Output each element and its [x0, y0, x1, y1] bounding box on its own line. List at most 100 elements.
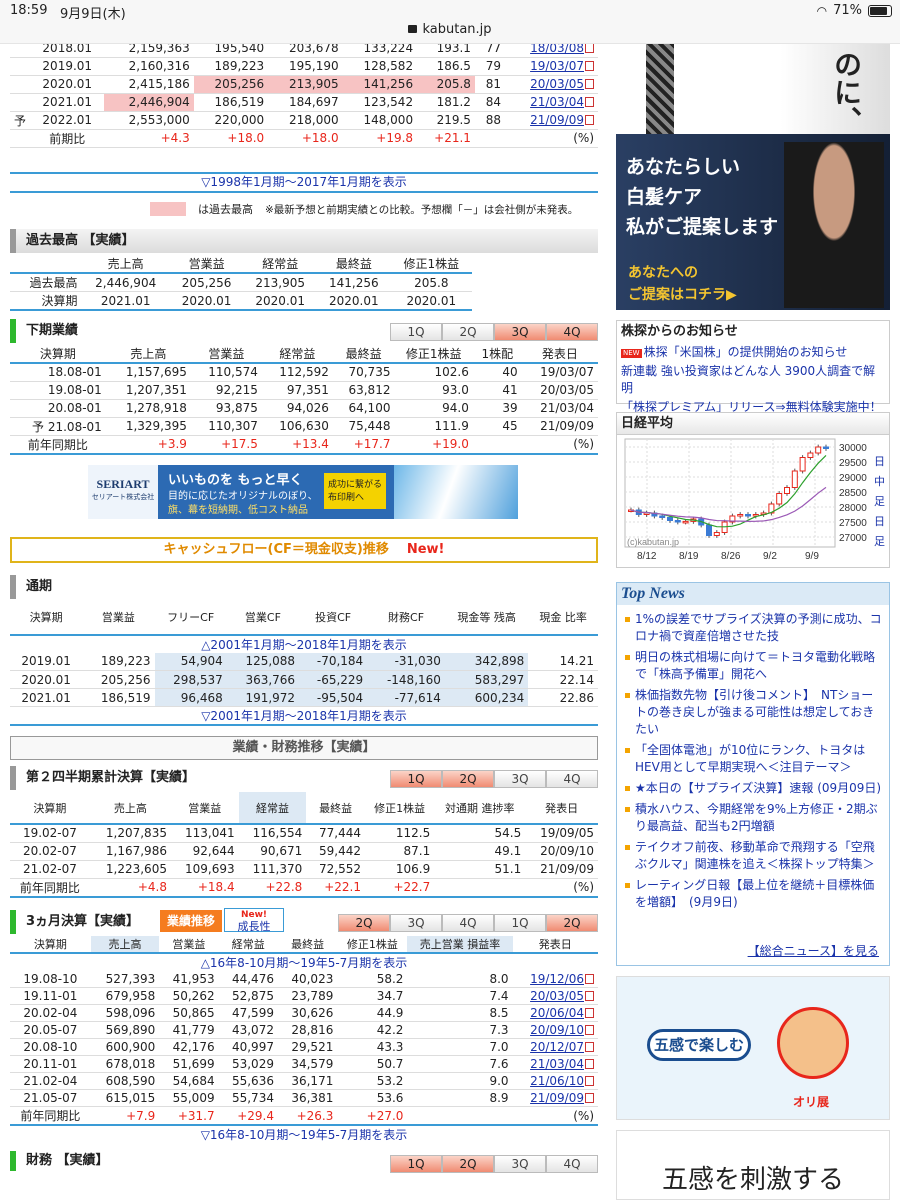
tab-growth[interactable]: New! 成長性 [224, 907, 284, 932]
tab-4q[interactable]: 4Q [546, 323, 598, 341]
tab-trend[interactable]: 業績推移 [160, 909, 222, 932]
pdf-icon[interactable] [585, 115, 594, 125]
pdf-icon[interactable] [585, 1093, 594, 1103]
date-link[interactable]: 21/09/09 [530, 1091, 584, 1105]
news-item[interactable]: レーティング日報【最上位を継続＋目標株価を増額】 (9月9日) [617, 875, 889, 913]
date-link[interactable]: 19/03/07 [530, 59, 584, 73]
banner-ad[interactable]: SERIART セリアート株式会社 いいものを もっと早く 目的に応じたオリジナ… [88, 464, 518, 519]
date-link[interactable]: 21/03/04 [530, 95, 584, 109]
date-link[interactable]: 20/03/05 [530, 989, 584, 1003]
news-item[interactable]: 1%の誤差でサプライズ決算の予測に成功、コロナ禍で資産倍増させた技 [617, 609, 889, 647]
date-link[interactable]: 20/06/04 [530, 1006, 584, 1020]
expand-older-periods-link[interactable]: ▽1998年1月期～2017年1月期を表示 [10, 174, 598, 191]
news-item[interactable]: 株価指数先物【引け後コメント】 NTショートの巻き戻しが強まる可能性は想定してお… [617, 685, 889, 740]
notice-item[interactable]: 新連載 強い投資家はどんな人 3900人調査で解明 [617, 362, 889, 398]
release-date-link[interactable]: 21/03/04 [505, 93, 598, 111]
pdf-icon[interactable] [585, 1076, 594, 1086]
tab-4q[interactable]: 4Q [546, 770, 598, 788]
tab-3q[interactable]: 3Q [494, 770, 546, 788]
expand-link[interactable]: △16年8-10月期～19年5-7月期を表示 [10, 953, 598, 971]
tab-2q[interactable]: 2Q [442, 1155, 494, 1173]
table-cell: +29.4 [237, 1108, 274, 1123]
chart-period-tab[interactable]: 日 [874, 456, 885, 468]
side-ad-haircare[interactable]: のに、 あなたらしい 白髪ケア 私がご提案します あなたへの ご提案はコチラ▶ [616, 44, 890, 310]
release-date-link[interactable]: 21/06/10 [513, 1073, 598, 1090]
q3-row: 20.02-04 598,096 50,865 47,599 30,626 44.9 8.5… [10, 1005, 598, 1022]
pdf-icon[interactable] [585, 44, 594, 53]
chart-period-tab[interactable]: 足 [874, 496, 885, 508]
tab-1q[interactable]: 1Q [390, 1155, 442, 1173]
date-link[interactable]: 21/03/04 [530, 1057, 584, 1071]
pdf-icon[interactable] [585, 61, 594, 71]
expand-link[interactable]: ▽2001年1月期～2018年1月期を表示 [10, 707, 598, 726]
pdf-icon[interactable] [585, 1008, 594, 1018]
record-row: 決算期 2021.01 2020.01 2020.01 2020.01 2020.01 [10, 292, 472, 310]
pdf-icon[interactable] [585, 97, 594, 107]
tab-1q[interactable]: 1Q [494, 913, 546, 932]
tab-2q[interactable]: 2Q [338, 913, 390, 932]
news-item[interactable]: テイクオフ前夜、移動革命で飛翔する「空飛ぶクルマ」関連株を追え＜株探トップ特集＞ [617, 837, 889, 875]
release-date-link[interactable]: 20/03/05 [505, 75, 598, 93]
tab-3q[interactable]: 3Q [494, 1155, 546, 1173]
pdf-icon[interactable] [585, 991, 594, 1001]
date-link[interactable]: 20/03/05 [530, 77, 584, 91]
chart-period-tab[interactable]: 足 [874, 536, 885, 548]
tab-4q[interactable]: 4Q [442, 913, 494, 932]
pdf-icon[interactable] [585, 1042, 594, 1052]
more-news-link[interactable]: 【総合ニュース】を見る [748, 942, 879, 959]
pdf-icon[interactable] [585, 1059, 594, 1069]
expand-link[interactable]: ▽16年8-10月期～19年5-7月期を表示 [10, 1125, 598, 1143]
release-date-link[interactable]: 19/12/06 [513, 971, 598, 988]
news-item[interactable]: 積水ハウス、今期経常を9%上方修正・2期ぶり最高益、配当も2円増額 [617, 799, 889, 837]
release-date-link[interactable]: 20/12/07 [513, 1039, 598, 1056]
date-link[interactable]: 21/06/10 [530, 1074, 584, 1088]
table-cell: 96,468 [154, 688, 227, 707]
date-link[interactable]: 19/12/06 [530, 972, 584, 986]
tab-3q[interactable]: 3Q [494, 323, 546, 341]
pdf-icon[interactable] [585, 1025, 594, 1035]
expand-link[interactable]: △2001年1月期～2018年1月期を表示 [10, 635, 598, 653]
news-item[interactable]: 明日の株式相場に向けて＝トヨタ電動化戦略で「株高予備軍」開花へ [617, 647, 889, 685]
notice-item[interactable]: NEW 株探「米国株」の提供開始のお知らせ [617, 343, 889, 362]
tab-4q[interactable]: 4Q [546, 1155, 598, 1173]
tab-2q[interactable]: 2Q [442, 323, 494, 341]
trend-bar[interactable]: 業績・財務推移【実績】 [10, 736, 598, 760]
date-link[interactable]: 20/12/07 [530, 1040, 584, 1054]
table-cell: 41,779 [172, 1023, 215, 1037]
table-cell: 23,789 [291, 989, 334, 1003]
cashflow-banner[interactable]: キャッシュフロー(CF＝現金収支)推移 New! [10, 536, 598, 563]
news-item[interactable]: 「全固体電池」が10位にランク、トヨタはHEV用として早期実現へ＜注目テーマ＞ [617, 740, 889, 778]
value-sales: 2,553,000 [128, 113, 190, 127]
tab-3q[interactable]: 3Q [390, 913, 442, 932]
value-ord: 213,905 [268, 75, 343, 93]
address-bar[interactable]: kabutan.jp [0, 22, 900, 44]
tab-1q[interactable]: 1Q [390, 770, 442, 788]
release-date-link[interactable]: 21/09/09 [505, 111, 598, 129]
side-ad-bottom[interactable]: 五感を刺激する [616, 1130, 890, 1200]
date-link[interactable]: 18/03/08 [530, 44, 584, 55]
tab-2q[interactable]: 2Q [546, 913, 598, 932]
value-sales: 2,446,904 [104, 93, 194, 111]
chart-period-tab[interactable]: 中 [874, 475, 885, 488]
tab-2q[interactable]: 2Q [442, 770, 494, 788]
news-item[interactable]: ★本日の【サプライズ決算】速報 (09月09日) [617, 778, 889, 799]
pdf-icon[interactable] [585, 79, 594, 89]
table-cell: 1,157,695 [125, 365, 187, 380]
date-link[interactable]: 21/09/09 [530, 113, 584, 127]
release-date-link[interactable]: 19/03/07 [505, 57, 598, 75]
table-cell: 21.02-07 [22, 862, 77, 876]
side-ad-oriten[interactable]: 五感で楽しむ オリ展 [616, 976, 890, 1120]
release-date-link[interactable]: 20/09/10 [513, 1022, 598, 1039]
release-date-link[interactable]: 20/06/04 [513, 1005, 598, 1022]
release-date-link[interactable]: 21/09/09 [513, 1090, 598, 1107]
date-link[interactable]: 20/09/10 [530, 1023, 584, 1037]
column-header: 発表日 [538, 937, 572, 951]
release-date-link[interactable]: 18/03/08 [505, 44, 598, 57]
release-date-link[interactable]: 20/03/05 [513, 988, 598, 1005]
chart-period-tab[interactable]: 日 [874, 516, 885, 528]
tab-1q[interactable]: 1Q [390, 323, 442, 341]
nikkei-chart[interactable]: 30000 29500 29000 28500 28000 27500 27000 8/12 8… [617, 435, 889, 567]
ios-status-bar: 18:59 9月9日(木) ◠ 71% [0, 0, 900, 22]
release-date-link[interactable]: 21/03/04 [513, 1056, 598, 1073]
pdf-icon[interactable] [585, 973, 594, 984]
